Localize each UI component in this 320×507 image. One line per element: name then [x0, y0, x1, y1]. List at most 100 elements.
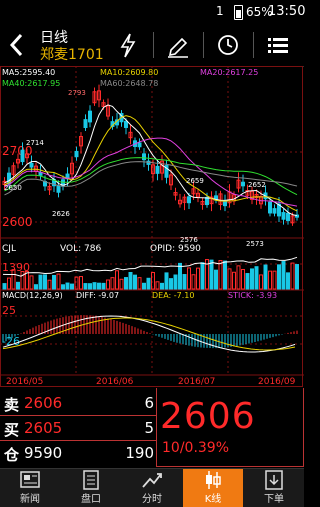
- volume-bar: [200, 262, 205, 290]
- volume-bar: [173, 274, 178, 290]
- back-button[interactable]: [6, 30, 32, 60]
- volume-bar: [196, 267, 200, 290]
- chevron-left-icon: [9, 33, 23, 57]
- tab-intraday-label: 分时: [142, 494, 162, 505]
- list-menu-icon: [268, 38, 288, 53]
- divider: [203, 32, 204, 58]
- macd-dea: DEA: -7.10: [152, 291, 194, 300]
- volume-bar: [124, 277, 128, 290]
- candle-body: [142, 153, 146, 161]
- volume-bar: [281, 261, 286, 290]
- position-label: 仓: [4, 446, 20, 464]
- volume-bar: [236, 265, 241, 290]
- macd-stick: STICK: -3.93: [228, 291, 277, 300]
- sim-indicator: 1: [216, 4, 224, 18]
- buy-label: 买: [4, 421, 20, 439]
- sell-price: 2606: [24, 394, 63, 412]
- ma20-label: MA20:2617.25: [200, 68, 258, 77]
- volume-bar: [92, 282, 97, 290]
- cjl-label: CJL: [2, 244, 16, 254]
- candle-body: [187, 196, 191, 204]
- volume-bar: [20, 271, 25, 290]
- tab-news[interactable]: 新闻: [0, 469, 60, 507]
- divider: [253, 32, 254, 58]
- annotation-2650: 2650: [4, 184, 22, 192]
- lightning-icon: [120, 33, 136, 58]
- tab-kline-label: K线: [204, 494, 222, 505]
- pen-icon: [168, 37, 188, 58]
- volume-bar: [227, 268, 232, 290]
- annotation-2659: 2659: [186, 177, 204, 185]
- volume-bar: [259, 274, 263, 290]
- volume-bar: [146, 277, 151, 290]
- macd-label: MACD(12,26,9): [2, 291, 63, 300]
- volume-bar: [43, 274, 47, 290]
- last-price: 2606: [160, 396, 256, 437]
- volume-bar: [250, 268, 254, 290]
- tab-kline[interactable]: K线: [183, 469, 243, 507]
- date-tick-3: 2016/07: [178, 377, 215, 387]
- candlesticks: [2, 84, 299, 226]
- volume-bar: [25, 270, 29, 290]
- ma40-label: MA40:2617.95: [2, 79, 60, 88]
- volume-bar: [277, 264, 281, 290]
- row-divider: [0, 415, 156, 416]
- newspaper-icon: [20, 471, 40, 488]
- volume-bar: [218, 260, 223, 290]
- volume-bar: [223, 260, 227, 290]
- high-annotation: 2793: [68, 89, 86, 97]
- candle-body: [88, 110, 92, 123]
- volume-bar: [187, 267, 191, 290]
- volume-bars: [2, 256, 299, 290]
- dea-line: [2, 317, 296, 351]
- macd-diff: DIFF: -9.07: [76, 291, 119, 300]
- volume-bar: [137, 277, 142, 290]
- open-interest-value: OPID: 9590: [150, 244, 201, 254]
- draw-button[interactable]: [162, 30, 194, 60]
- tab-orderbook[interactable]: 盘口: [61, 469, 121, 507]
- history-button[interactable]: [212, 30, 244, 60]
- volume-bar: [61, 284, 65, 290]
- volume-bar: [290, 262, 295, 290]
- candle-body: [29, 162, 34, 168]
- tab-orderbook-label: 盘口: [81, 494, 101, 505]
- tab-order-label: 下单: [264, 494, 284, 505]
- position-row: 仓 9590 190: [4, 444, 154, 464]
- price-change: 10/0.39%: [162, 440, 230, 456]
- date-tick-2: 2016/06: [96, 377, 134, 387]
- tab-order[interactable]: 下单: [244, 469, 304, 507]
- annotation-2626: 2626: [52, 210, 70, 218]
- volume-bar: [268, 270, 272, 290]
- volume-bar: [70, 283, 74, 290]
- annotation-2714: 2714: [26, 139, 44, 147]
- candle-body: [83, 119, 88, 128]
- candle-body: [272, 208, 277, 214]
- volume-bar: [7, 277, 11, 290]
- volume-bar: [286, 272, 290, 290]
- volume-bar: [106, 279, 110, 290]
- low-annotation-2: 2573: [246, 240, 264, 248]
- volume-bar: [83, 283, 88, 290]
- instrument-title[interactable]: 郑麦1701: [40, 44, 104, 64]
- download-order-icon: [265, 470, 283, 490]
- trend-chart-icon: [142, 473, 162, 488]
- volume-value: VOL: 786: [60, 244, 101, 254]
- volume-bar: [155, 281, 160, 290]
- macd-top-tick: 25: [2, 304, 16, 317]
- volume-bar: [52, 274, 56, 290]
- tab-intraday[interactable]: 分时: [122, 469, 182, 507]
- flash-button[interactable]: [112, 30, 144, 60]
- volume-bar: [214, 269, 218, 290]
- menu-button[interactable]: [262, 30, 294, 60]
- volume-bar: [119, 278, 124, 290]
- divider: [153, 32, 154, 58]
- candle-body: [137, 142, 142, 148]
- candle-body: [74, 150, 79, 158]
- volume-bar: [88, 283, 92, 290]
- low-annotation-1: 2576: [180, 236, 198, 244]
- kline-chart[interactable]: MA5:2595.40 MA10:2609.80 MA20:2617.25 MA…: [0, 66, 304, 388]
- ma-line: [4, 115, 298, 212]
- candle-body: [286, 212, 290, 222]
- clock-icon: [218, 35, 238, 55]
- candle-body: [223, 200, 227, 207]
